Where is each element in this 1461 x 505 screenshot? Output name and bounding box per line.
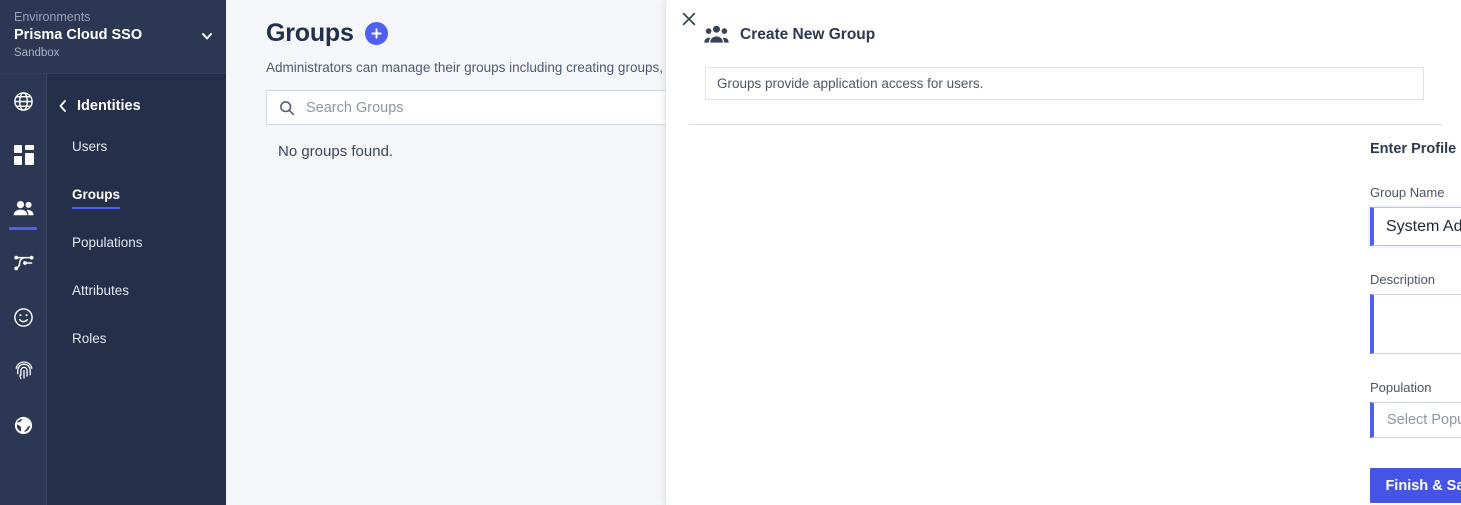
group-people-icon [704, 24, 729, 45]
submenu-row: Attributes [48, 282, 226, 330]
panel-title: Create New Group [740, 26, 875, 44]
info-box-text: Groups provide application access for us… [717, 76, 983, 91]
icon-rail [0, 74, 47, 505]
environment-switcher[interactable]: Environments Prisma Cloud SSO Sandbox [0, 0, 226, 74]
finish-save-button[interactable]: Finish & Save [1370, 468, 1461, 503]
submenu-title: Identities [77, 98, 141, 114]
form-section-title: Enter Profile Data [1370, 140, 1461, 159]
submenu-panel: Identities Users Groups Populations Attr… [48, 74, 226, 505]
profile-form: Enter Profile Data Group Name Descriptio… [1370, 140, 1461, 503]
app-root: Environments Prisma Cloud SSO Sandbox [0, 0, 1461, 505]
empty-state-message: No groups found. [278, 143, 393, 160]
panel-divider [689, 124, 1442, 125]
submenu-row: Populations [48, 234, 226, 282]
population-field-group: Population Select Population (optional) [1370, 379, 1461, 438]
sidebar-item-groups[interactable]: Groups [72, 186, 120, 209]
sidebar-item-populations[interactable]: Populations [72, 234, 143, 257]
submenu-items: Users Groups Populations Attributes Role… [48, 138, 226, 378]
panel-header: Create New Group [666, 0, 1461, 45]
group-name-input[interactable] [1370, 207, 1461, 246]
group-name-label: Group Name [1370, 184, 1461, 201]
close-icon[interactable] [680, 10, 698, 28]
globe-grid-icon[interactable] [0, 74, 47, 128]
dashboard-icon[interactable] [0, 128, 47, 182]
group-name-field-group: Group Name [1370, 184, 1461, 246]
info-box: Groups provide application access for us… [705, 67, 1424, 100]
smiley-face-icon[interactable] [0, 290, 47, 344]
submenu-row: Roles [48, 330, 226, 378]
population-select-value: Select Population (optional) [1387, 412, 1461, 428]
description-textarea[interactable] [1370, 294, 1461, 354]
submenu-header[interactable]: Identities [48, 74, 226, 114]
sidebar: Environments Prisma Cloud SSO Sandbox [0, 0, 226, 505]
description-label: Description [1370, 271, 1461, 288]
create-group-panel: Create New Group Groups provide applicat… [665, 0, 1461, 505]
search-icon [279, 100, 295, 116]
add-group-button[interactable] [365, 22, 388, 45]
submenu-row: Groups [48, 186, 226, 234]
fingerprint-icon[interactable] [0, 344, 47, 398]
environment-sub: Sandbox [14, 46, 212, 61]
people-icon[interactable] [0, 182, 47, 236]
flow-connections-icon[interactable] [0, 236, 47, 290]
globe-world-icon[interactable] [0, 398, 47, 452]
population-label: Population [1370, 379, 1461, 396]
page-title: Groups [266, 19, 354, 48]
plus-icon [370, 27, 383, 40]
submenu-row: Users [48, 138, 226, 186]
environment-name: Prisma Cloud SSO [14, 26, 212, 45]
sidebar-item-users[interactable]: Users [72, 138, 107, 161]
chevron-left-icon[interactable] [58, 99, 68, 113]
environment-label: Environments [14, 9, 212, 25]
sidebar-item-attributes[interactable]: Attributes [72, 282, 129, 305]
sidebar-item-roles[interactable]: Roles [72, 330, 107, 353]
population-select[interactable]: Select Population (optional) [1370, 402, 1461, 438]
chevron-down-icon[interactable] [200, 29, 214, 43]
description-field-group: Description [1370, 271, 1461, 354]
